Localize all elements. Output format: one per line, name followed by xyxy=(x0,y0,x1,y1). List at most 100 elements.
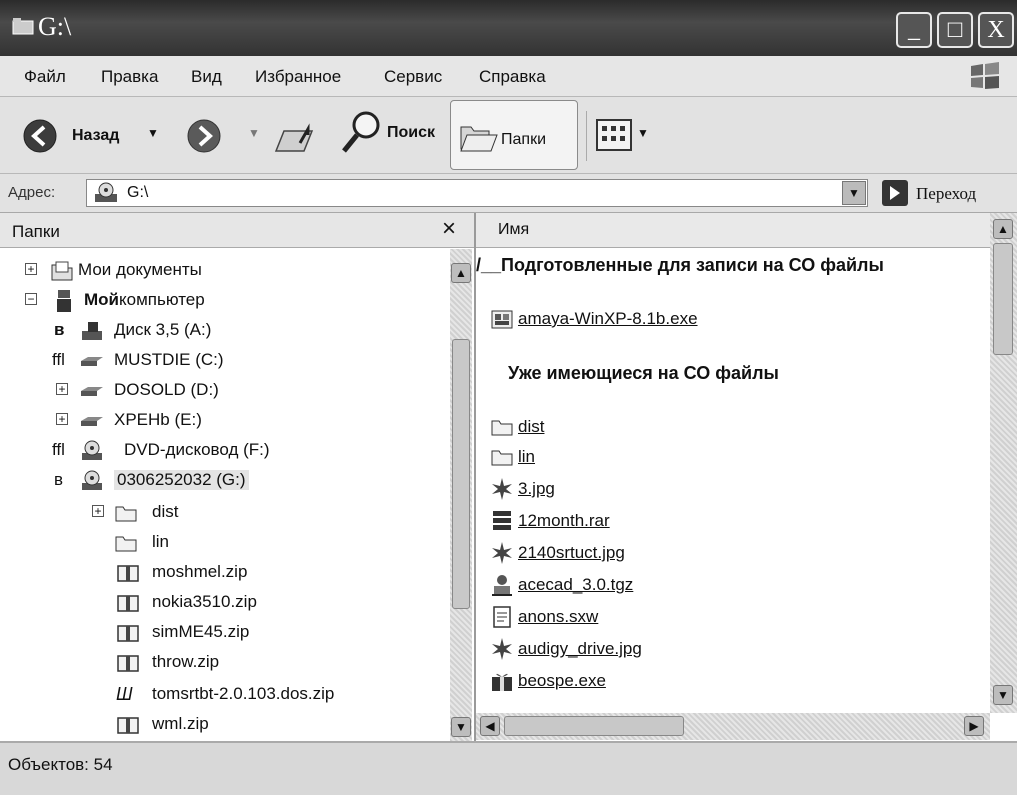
group-pending-title: /__Подготовленные для записи на СО файлы xyxy=(476,255,884,275)
file-name: beospe.exe xyxy=(518,671,606,690)
tree-item-nokia3510-zip[interactable]: nokia3510.zip xyxy=(0,589,450,617)
file-name: acecad_3.0.tgz xyxy=(518,575,634,594)
scroll-left-icon[interactable]: ◀ xyxy=(480,716,500,736)
tree-item-moshmel-zip[interactable]: moshmel.zip xyxy=(0,559,450,587)
title-bar[interactable]: G:\ _ □ X xyxy=(0,0,1017,56)
menu-file[interactable]: Файл xyxy=(24,67,66,87)
tree-item-drive-g[interactable]: в 0306252032 (G:) xyxy=(0,467,450,495)
folder-icon xyxy=(115,536,137,552)
tree-item-lin[interactable]: lin xyxy=(0,529,450,557)
hard-drive-icon xyxy=(81,357,103,366)
forward-dropdown-icon[interactable]: ▼ xyxy=(248,126,260,140)
tree-mark: в xyxy=(54,320,65,339)
go-button-label[interactable]: Переход xyxy=(916,184,976,204)
my-computer-icon xyxy=(57,290,71,312)
files-vertical-scrollbar[interactable]: ▲ ▼ xyxy=(990,213,1017,713)
file-name: audigy_drive.jpg xyxy=(518,639,642,658)
close-button[interactable]: X xyxy=(978,12,1014,48)
document-file-icon xyxy=(493,606,511,628)
tree-item-my-computer[interactable]: − Мойкомпьютер xyxy=(0,287,450,315)
up-folder-icon[interactable] xyxy=(272,121,320,159)
tree-item-drive-d[interactable]: + DOSOLD (D:) xyxy=(0,377,450,405)
folder-icon xyxy=(491,420,513,436)
scrollbar-thumb[interactable] xyxy=(993,243,1013,355)
search-button-label[interactable]: Поиск xyxy=(387,124,435,142)
scroll-down-icon[interactable]: ▼ xyxy=(451,717,471,737)
menu-view[interactable]: Вид xyxy=(191,67,222,87)
address-dropdown-icon[interactable]: ▼ xyxy=(842,181,866,205)
file-name: anons.sxw xyxy=(518,607,599,626)
minimize-button[interactable]: _ xyxy=(896,12,932,48)
zip-folder-icon xyxy=(117,565,139,582)
tree-expander[interactable]: − xyxy=(25,293,37,305)
tree-item-throw-zip[interactable]: throw.zip xyxy=(0,649,450,677)
address-input[interactable]: G:\ xyxy=(86,179,868,207)
folders-button[interactable]: Папки xyxy=(450,100,578,170)
tree-expander[interactable]: + xyxy=(92,505,104,517)
views-icon[interactable] xyxy=(596,119,632,151)
zip-folder-icon xyxy=(117,625,139,642)
folders-button-label: Папки xyxy=(501,131,546,148)
scroll-up-icon[interactable]: ▲ xyxy=(451,263,471,283)
image-file-icon xyxy=(492,542,512,564)
tgz-file-icon xyxy=(492,575,512,596)
folders-pane-title: Папки xyxy=(12,222,60,241)
menu-tools[interactable]: Сервис xyxy=(384,67,442,87)
folder-icon xyxy=(491,450,513,466)
back-arrow-icon[interactable] xyxy=(22,118,58,154)
tree-item-label-bold: Мой xyxy=(84,290,119,309)
back-button-label[interactable]: Назад xyxy=(72,127,119,145)
window-folder-icon xyxy=(12,18,34,35)
address-value: G:\ xyxy=(127,184,149,201)
tree-item-label: 0306252032 (G:) xyxy=(114,470,249,490)
scroll-down-icon[interactable]: ▼ xyxy=(993,685,1013,705)
column-header-label: Имя xyxy=(498,221,530,238)
tree-item-drive-a[interactable]: в Диск 3,5 (A:) xyxy=(0,317,450,345)
tree-item-wml-zip[interactable]: wml.zip xyxy=(0,711,450,739)
my-documents-icon xyxy=(51,261,73,281)
menu-bar: Файл Правка Вид Избранное Сервис Справка xyxy=(0,56,1017,97)
tree-item-simme45-zip[interactable]: simME45.zip xyxy=(0,619,450,647)
maximize-button[interactable]: □ xyxy=(937,12,973,48)
menu-favorites[interactable]: Избранное xyxy=(255,67,341,87)
forward-arrow-icon[interactable] xyxy=(186,118,222,154)
tree-expander[interactable]: + xyxy=(25,263,37,275)
hard-drive-icon xyxy=(81,387,103,396)
tree-item-drive-c[interactable]: ffl MUSTDIE (C:) xyxy=(0,347,450,375)
tree-item-label: throw.zip xyxy=(152,652,220,671)
zip-folder-icon xyxy=(117,655,139,672)
file-name: 3.jpg xyxy=(518,479,555,498)
tree-item-label: simME45.zip xyxy=(152,622,250,641)
search-icon[interactable] xyxy=(340,109,382,155)
name-column-header[interactable]: Имя xyxy=(476,213,990,248)
tree-item-label-rest: компьютер xyxy=(119,290,205,309)
tree-item-tomsrtbt-zip[interactable]: Ш tomsrtbt-2.0.103.dos.zip xyxy=(0,681,450,709)
scrollbar-thumb[interactable] xyxy=(452,339,470,609)
tree-item-label: tomsrtbt-2.0.103.dos.zip xyxy=(152,684,335,703)
tree-item-drive-f[interactable]: ffl DVD-дисковод (F:) xyxy=(0,437,450,465)
menu-edit[interactable]: Правка xyxy=(101,67,158,87)
folders-scrollbar[interactable]: ▲ ▼ xyxy=(450,249,472,741)
files-horizontal-scrollbar[interactable]: ◀ ▶ xyxy=(476,713,990,740)
tree-item-label: XPEHb (E:) xyxy=(114,410,202,429)
go-arrow-icon[interactable] xyxy=(882,180,908,206)
address-label: Адрес: xyxy=(8,184,56,201)
back-dropdown-icon[interactable]: ▼ xyxy=(147,126,159,140)
tree-item-label: moshmel.zip xyxy=(152,562,248,581)
floppy-drive-icon xyxy=(82,322,102,340)
menu-help[interactable]: Справка xyxy=(479,67,546,87)
cd-drive-icon xyxy=(95,182,117,202)
tree-expander[interactable]: + xyxy=(56,383,68,395)
tree-item-drive-e[interactable]: + XPEHb (E:) xyxy=(0,407,450,435)
close-pane-icon[interactable]: × xyxy=(442,215,456,243)
scrollbar-thumb[interactable] xyxy=(504,716,684,736)
views-dropdown-icon[interactable]: ▼ xyxy=(637,126,649,140)
scroll-right-icon[interactable]: ▶ xyxy=(964,716,984,736)
explorer-window: G:\ _ □ X Файл Правка Вид Избранное Серв… xyxy=(0,0,1017,795)
scroll-up-icon[interactable]: ▲ xyxy=(993,219,1013,239)
tree-item-my-documents[interactable]: + Мои документы xyxy=(0,257,450,285)
status-bar: Объектов: 54 xyxy=(0,741,1017,795)
files-pane: Имя /__Подготовленные для записи на СО ф… xyxy=(476,213,1017,741)
tree-expander[interactable]: + xyxy=(56,413,68,425)
tree-item-dist[interactable]: + dist xyxy=(0,499,450,527)
